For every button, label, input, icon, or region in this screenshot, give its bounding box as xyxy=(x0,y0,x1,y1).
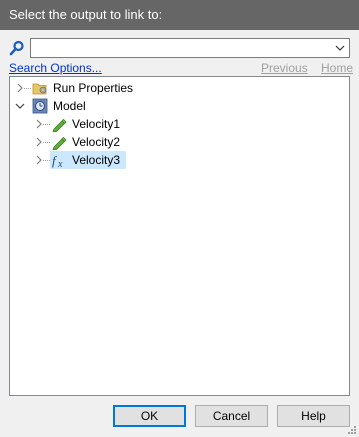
search-links-row: Search Options... Previous Home xyxy=(9,61,353,75)
tree-item-label: Model xyxy=(53,99,86,113)
cancel-button[interactable]: Cancel xyxy=(195,405,268,427)
function-fx-icon: f x xyxy=(52,153,63,168)
search-icon[interactable] xyxy=(9,40,25,56)
pencil-icon xyxy=(52,136,67,150)
tree-item-label: Velocity2 xyxy=(72,135,121,149)
ok-button[interactable]: OK xyxy=(113,405,186,427)
tree-item-label: Velocity3 xyxy=(72,153,121,167)
tree-item-velocity3[interactable]: f x Velocity3 xyxy=(10,151,349,169)
chevron-down-icon[interactable] xyxy=(331,39,349,57)
tree-connector xyxy=(43,142,51,143)
pencil-icon xyxy=(52,118,67,132)
home-link[interactable]: Home xyxy=(321,61,353,75)
tree-item-run-properties[interactable]: Run Properties xyxy=(10,79,349,97)
button-bar: OK Cancel Help xyxy=(0,405,359,427)
folder-gear-icon xyxy=(32,83,47,95)
previous-link[interactable]: Previous xyxy=(261,61,308,75)
tree-item-velocity1[interactable]: Velocity1 xyxy=(10,115,349,133)
output-tree[interactable]: Run Properties Model Velocity1 Velocity2… xyxy=(9,76,350,396)
svg-text:x: x xyxy=(57,159,63,168)
tree-item-label: Run Properties xyxy=(53,81,134,95)
model-clock-icon xyxy=(32,98,48,114)
tree-item-velocity2[interactable]: Velocity2 xyxy=(10,133,349,151)
help-button[interactable]: Help xyxy=(277,405,350,427)
chevron-down-icon[interactable] xyxy=(15,101,25,111)
tree-item-model[interactable]: Model xyxy=(10,97,349,115)
search-row xyxy=(9,38,350,58)
tree-connector xyxy=(43,124,51,125)
tree-connector xyxy=(43,160,51,161)
tree-item-label: Velocity1 xyxy=(72,117,121,131)
search-options-link[interactable]: Search Options... xyxy=(9,61,102,75)
link-output-dialog: Select the output to link to: Search Opt… xyxy=(0,0,359,437)
search-input[interactable] xyxy=(30,38,350,58)
resize-grip-icon[interactable] xyxy=(347,425,357,435)
dialog-title: Select the output to link to: xyxy=(0,0,359,30)
tree-connector xyxy=(24,88,32,89)
